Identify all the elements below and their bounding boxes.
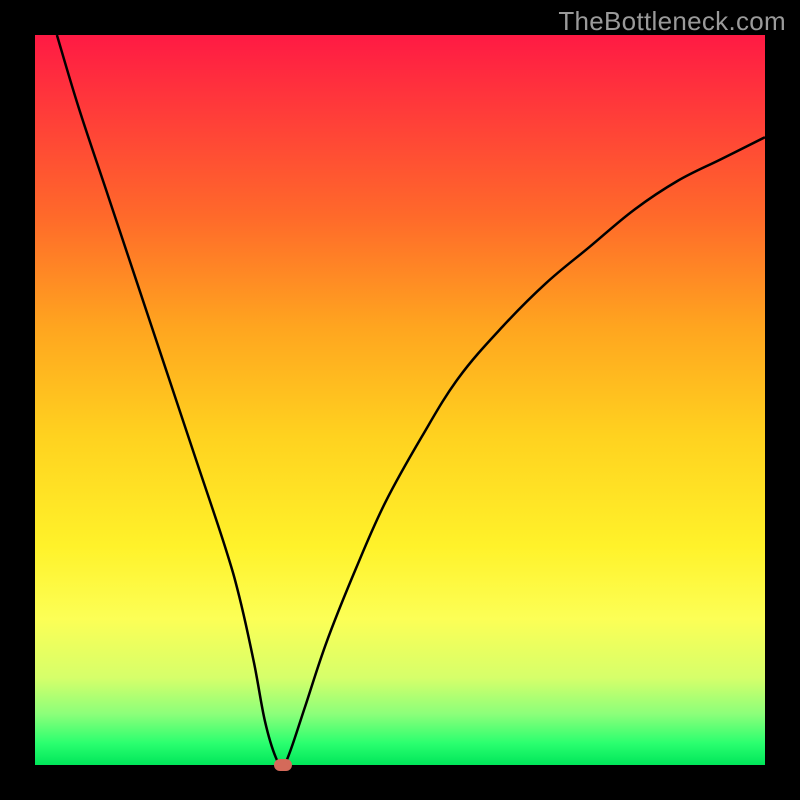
plot-area — [35, 35, 765, 765]
minimum-marker — [274, 759, 292, 771]
bottleneck-curve — [35, 35, 765, 765]
curve-path — [57, 35, 765, 765]
watermark-text: TheBottleneck.com — [558, 6, 786, 37]
chart-frame: TheBottleneck.com — [0, 0, 800, 800]
